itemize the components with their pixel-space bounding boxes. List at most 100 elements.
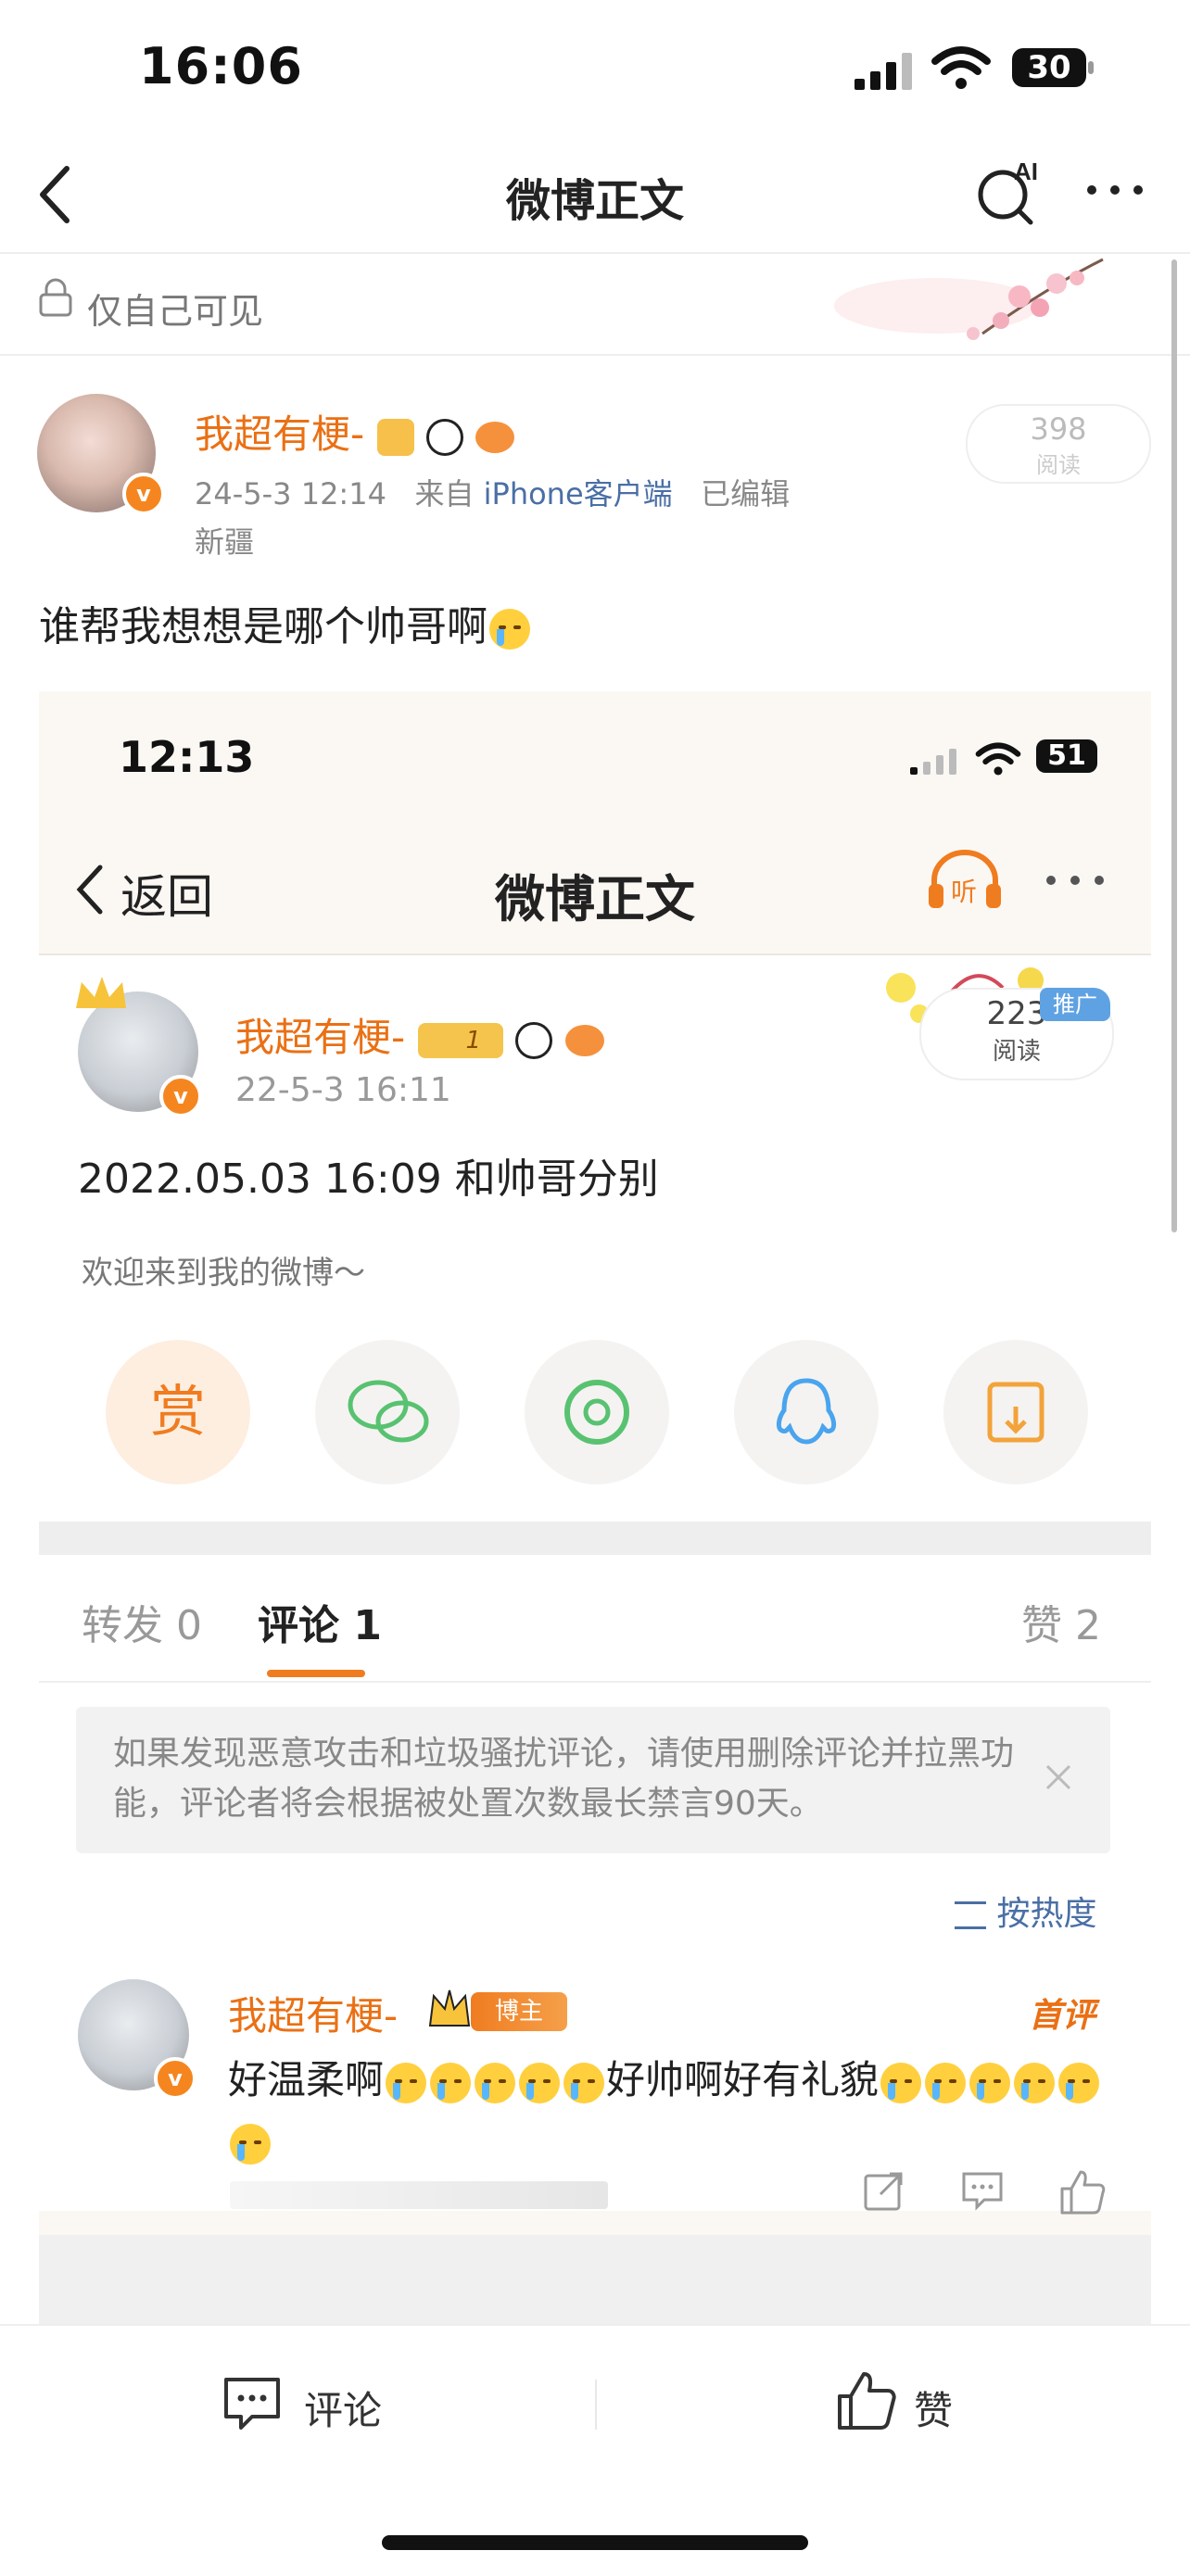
edited-label: 已编辑 — [701, 476, 791, 511]
promo-badge: 推广 — [1040, 988, 1110, 1021]
status-time: 16:06 — [139, 37, 303, 95]
save-image-button — [943, 1340, 1088, 1484]
crying-emoji-icon — [1014, 2062, 1056, 2103]
read-count: 398 — [1030, 411, 1087, 447]
home-indicator[interactable] — [382, 2535, 808, 2550]
comment-text-a: 好温柔啊 — [228, 2057, 385, 2102]
headphones-icon: 听 — [929, 850, 1001, 908]
moments-share-button — [525, 1340, 669, 1484]
embedded-signal-icon — [910, 749, 956, 775]
crown-icon — [76, 977, 126, 1008]
crying-emoji-icon — [230, 2123, 271, 2165]
thumbs-up-icon[interactable] — [834, 2368, 899, 2433]
first-comment-badge: 首评 — [1029, 1997, 1096, 2035]
bottom-bar-divider — [595, 2380, 597, 2430]
moments-icon — [564, 1380, 629, 1445]
embedded-tab-bar — [39, 1555, 1151, 1685]
crown-badge-icon — [376, 418, 414, 456]
verified-badge: v — [122, 473, 165, 515]
share-icon — [864, 2172, 903, 2211]
tab-comments-label: 评论 — [258, 1602, 339, 1649]
post-body: 谁帮我想想是哪个帅哥啊 — [39, 603, 487, 650]
like-icon — [1060, 2170, 1106, 2215]
section-separator — [39, 1522, 1151, 1555]
embedded-read-label: 阅读 — [992, 1038, 1041, 1066]
crying-emoji-icon — [969, 2062, 1011, 2103]
crying-emoji-icon — [880, 2062, 922, 2103]
tab-likes-count: 2 — [1075, 1602, 1101, 1649]
crying-emoji-icon — [386, 2062, 427, 2103]
author-username[interactable]: 我超有梗- — [195, 403, 515, 460]
embedded-bottom-band — [39, 2235, 1151, 2330]
author-name: 我超有梗- — [195, 411, 365, 457]
embedded-post-body: 2022.05.03 16:09 和帅哥分别 — [78, 1155, 659, 1203]
comment-button[interactable]: 评论 — [304, 2380, 382, 2436]
lock-icon — [39, 278, 72, 317]
comment-text: 好温柔啊 好帅啊好有礼貌 — [228, 2050, 1118, 2172]
reply-icon — [962, 2172, 1003, 2211]
tab-likes-label: 赞 — [1021, 1602, 1062, 1649]
post-image[interactable]: 12:13 51 返回 微博正文 听 v 我超有梗- 1 22-5-3 16:1… — [39, 691, 1151, 2330]
battery-indicator: 30 — [1012, 48, 1086, 87]
ai-label: AI — [1014, 158, 1038, 185]
save-image-icon — [987, 1382, 1044, 1443]
tab-likes: 赞 2 — [1021, 1592, 1101, 1651]
embedded-panda-icon — [515, 1021, 553, 1059]
read-count-pill: 398 阅读 — [966, 404, 1151, 484]
active-tab-indicator — [267, 1670, 365, 1677]
reward-button: 赏 — [106, 1340, 250, 1484]
crying-emoji-icon — [475, 2062, 516, 2103]
privacy-label: 仅自己可见 — [87, 291, 264, 332]
post-meta: 24-5-3 12:14 来自 iPhone客户端 已编辑 — [195, 471, 790, 513]
qq-icon — [776, 1378, 837, 1445]
tab-repost-label: 转发 — [82, 1602, 163, 1649]
crying-emoji-icon — [489, 609, 530, 650]
ai-search-button[interactable]: AI — [973, 156, 1047, 230]
wechat-icon — [348, 1380, 429, 1443]
embedded-wifi-icon — [975, 742, 1021, 776]
comment-notice-text: 如果发现恶意攻击和垃圾骚扰评论，请使用删除评论并拉黑功能，评论者将会根据被处置次… — [113, 1735, 1015, 1823]
level-badge: 1 — [417, 1022, 504, 1058]
source-link[interactable]: iPhone客户端 — [484, 476, 673, 511]
tab-repost: 转发 0 — [82, 1592, 202, 1651]
post-text: 谁帮我想想是哪个帅哥啊 — [39, 593, 532, 652]
more-icon[interactable] — [1082, 176, 1147, 204]
tab-repost-count: 0 — [176, 1602, 202, 1649]
tab-divider — [39, 1681, 1151, 1683]
comment-text-b: 好帅啊好有礼貌 — [606, 2057, 880, 2102]
post-location: 新疆 — [195, 524, 255, 560]
embedded-post-date: 22-5-3 16:11 — [235, 1071, 451, 1109]
tab-comments-count: 1 — [353, 1602, 382, 1649]
read-count-label: 阅读 — [1036, 452, 1081, 478]
embedded-battery: 51 — [1036, 739, 1097, 773]
embedded-author-name: 我超有梗- — [235, 1015, 406, 1060]
post-date: 24-5-3 12:14 — [195, 476, 386, 511]
qq-share-button — [734, 1340, 879, 1484]
embedded-welcome-text: 欢迎来到我的微博～ — [82, 1255, 365, 1292]
embedded-verified-badge: v — [159, 1075, 202, 1118]
like-button[interactable]: 赞 — [914, 2380, 953, 2436]
comment-icon[interactable] — [221, 2374, 284, 2435]
panda-icon — [425, 418, 463, 456]
wifi-icon — [931, 46, 991, 89]
embedded-more-icon — [1046, 876, 1104, 885]
ai-search-icon: AI — [978, 158, 1038, 225]
tab-comments: 评论 1 — [258, 1592, 382, 1651]
comment-verified-badge: v — [154, 2057, 196, 2100]
battery-nub — [1088, 61, 1094, 74]
fish-icon — [475, 421, 515, 453]
embedded-username: 我超有梗- 1 — [235, 1006, 604, 1063]
reward-label: 赏 — [150, 1380, 206, 1445]
sort-label: 按热度 — [996, 1895, 1097, 1933]
source-prefix: 来自 — [414, 476, 475, 511]
cherry-blossom-decoration — [834, 258, 1104, 340]
crying-emoji-icon — [519, 2062, 561, 2103]
embedded-status-time: 12:13 — [119, 732, 255, 782]
comment-crown-icon — [428, 1989, 471, 2027]
scrollbar[interactable] — [1171, 259, 1177, 1232]
blurred-comment-meta — [230, 2181, 608, 2209]
crying-emoji-icon — [925, 2062, 967, 2103]
embedded-fish-icon — [564, 1024, 604, 1056]
listen-label: 听 — [951, 877, 977, 907]
crying-emoji-icon — [430, 2062, 472, 2103]
